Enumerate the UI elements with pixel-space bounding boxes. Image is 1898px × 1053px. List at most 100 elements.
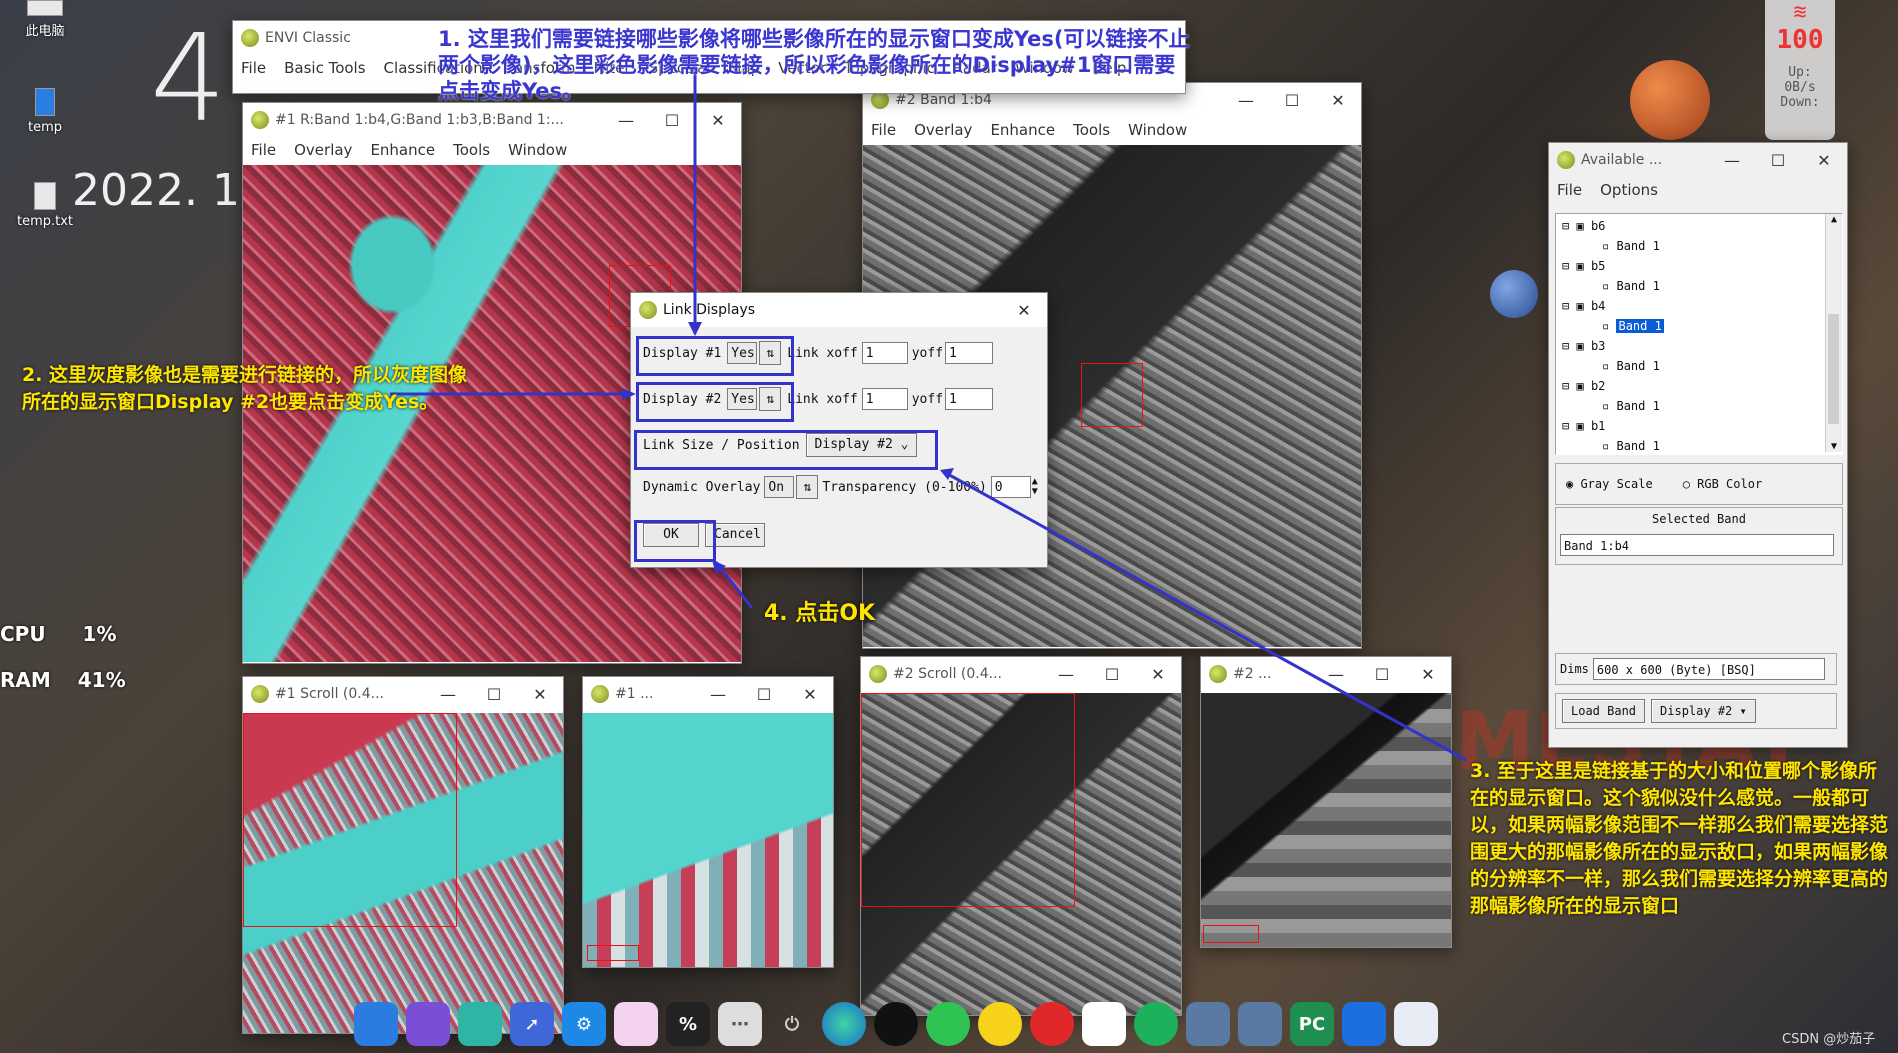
menu-file[interactable]: File xyxy=(251,141,276,159)
maximize-button[interactable]: ☐ xyxy=(741,685,787,704)
menu-file[interactable]: File xyxy=(871,121,896,139)
zoom2-window[interactable]: #2 ... — ☐ ✕ xyxy=(1200,656,1452,948)
pycharm-icon[interactable]: PC xyxy=(1290,1002,1334,1046)
zoom-image[interactable] xyxy=(583,713,833,967)
folder-icon[interactable] xyxy=(614,1002,658,1046)
tree-file-node[interactable]: ⊟ ▣ b4 xyxy=(1562,296,1842,316)
more-icon[interactable]: ⋯ xyxy=(718,1002,762,1046)
scroll2-window[interactable]: #2 Scroll (0.4... — ☐ ✕ xyxy=(860,656,1182,1016)
close-button[interactable]: ✕ xyxy=(1405,665,1451,684)
menu-overlay[interactable]: Overlay xyxy=(294,141,352,159)
collapse-icon[interactable]: ⊟ xyxy=(1562,419,1569,433)
mail-icon[interactable] xyxy=(354,1002,398,1046)
minimize-button[interactable]: — xyxy=(603,111,649,130)
collapse-icon[interactable]: ⊟ xyxy=(1562,299,1569,313)
minimize-button[interactable]: — xyxy=(1709,151,1755,170)
gray-scale-radio[interactable]: ◉ Gray Scale xyxy=(1566,477,1653,491)
zoom1-window[interactable]: #1 ... — ☐ ✕ xyxy=(582,676,834,968)
collapse-icon[interactable]: ⊟ xyxy=(1562,379,1569,393)
tree-band-node[interactable]: ▫ Band 1 xyxy=(1562,396,1842,416)
image-box[interactable] xyxy=(861,693,1075,907)
close-button[interactable]: ✕ xyxy=(1801,151,1847,170)
maximize-button[interactable]: ☐ xyxy=(1269,91,1315,110)
scroll-up-arrow[interactable]: ▲ xyxy=(1826,214,1842,225)
tree-scrollbar[interactable]: ▲ ▼ xyxy=(1825,214,1842,452)
display1-xoff-input[interactable]: 1 xyxy=(861,342,908,364)
dynamic-overlay-toggle[interactable]: On xyxy=(764,476,795,498)
display2-yoff-input[interactable]: 1 xyxy=(945,388,994,410)
maximize-button[interactable]: ☐ xyxy=(649,111,695,130)
envi-icon[interactable] xyxy=(1186,1002,1230,1046)
minimize-button[interactable]: — xyxy=(425,685,471,704)
desktop-icon-this-pc[interactable]: 此电脑 xyxy=(10,0,80,39)
zoom-controls[interactable] xyxy=(1203,925,1259,943)
tree-band-node[interactable]: ▫ Band 1 xyxy=(1562,316,1842,336)
menu-file[interactable]: File xyxy=(1557,181,1582,199)
zoom-image[interactable] xyxy=(1201,693,1451,947)
load-band-button[interactable]: Load Band xyxy=(1562,699,1646,723)
tree-band-node[interactable]: ▫ Band 1 xyxy=(1562,356,1842,376)
transparency-input[interactable]: 0 xyxy=(990,476,1031,498)
display1-yoff-input[interactable]: 1 xyxy=(945,342,994,364)
menu-file[interactable]: File xyxy=(241,59,266,77)
rgb-color-radio[interactable]: ○ RGB Color xyxy=(1683,477,1762,491)
edge-icon[interactable] xyxy=(822,1002,866,1046)
lenovo-icon[interactable] xyxy=(1342,1002,1386,1046)
minimize-button[interactable]: — xyxy=(1223,91,1269,110)
display-select-button[interactable]: Display #2 ▾ xyxy=(1651,699,1756,723)
maximize-button[interactable]: ☐ xyxy=(1755,151,1801,170)
titlebar[interactable]: #2 ... — ☐ ✕ xyxy=(1201,657,1451,691)
band-tree[interactable]: ⊟ ▣ b6 ▫ Band 1 ⊟ ▣ b5 ▫ Band 1 ⊟ ▣ b4 ▫ Band… xyxy=(1555,213,1843,455)
scroll-image[interactable] xyxy=(861,693,1181,1015)
titlebar[interactable]: #1 ... — ☐ ✕ xyxy=(583,677,833,711)
chat-icon[interactable] xyxy=(406,1002,450,1046)
tree-file-node[interactable]: ⊟ ▣ b3 xyxy=(1562,336,1842,356)
desktop-icon-temp[interactable]: temp xyxy=(10,88,80,135)
baidu-icon[interactable] xyxy=(1082,1002,1126,1046)
desktop-icon-temp-txt[interactable]: temp.txt xyxy=(10,182,80,229)
minimize-button[interactable]: — xyxy=(1313,665,1359,684)
netease-icon[interactable] xyxy=(1030,1002,1074,1046)
rocket-icon[interactable]: ➚ xyxy=(510,1002,554,1046)
recycle-icon[interactable] xyxy=(1394,1002,1438,1046)
tree-file-node[interactable]: ⊟ ▣ b1 xyxy=(1562,416,1842,436)
menu-window[interactable]: Window xyxy=(1128,121,1187,139)
titlebar[interactable]: #1 Scroll (0.4... — ☐ ✕ xyxy=(243,677,563,711)
collapse-icon[interactable]: ⊟ xyxy=(1562,259,1569,273)
maximize-button[interactable]: ☐ xyxy=(471,685,517,704)
dynamic-overlay-arrows-icon[interactable]: ⇅ xyxy=(796,475,819,499)
tree-file-node[interactable]: ⊟ ▣ b5 xyxy=(1562,256,1842,276)
menu-tools[interactable]: Tools xyxy=(453,141,490,159)
tree-band-node[interactable]: ▫ Band 1 xyxy=(1562,436,1842,456)
qq-icon[interactable] xyxy=(874,1002,918,1046)
teams-icon[interactable] xyxy=(458,1002,502,1046)
close-button[interactable]: ✕ xyxy=(1135,665,1181,684)
transparency-spinner-icon[interactable]: ▲ ▼ xyxy=(1032,477,1038,497)
minimize-button[interactable]: — xyxy=(1043,665,1089,684)
maximize-button[interactable]: ☐ xyxy=(1089,665,1135,684)
tree-band-node[interactable]: ▫ Band 1 xyxy=(1562,236,1842,256)
percent-icon[interactable]: % xyxy=(666,1002,710,1046)
tree-file-node[interactable]: ⊟ ▣ b2 xyxy=(1562,376,1842,396)
collapse-icon[interactable]: ⊟ xyxy=(1562,219,1569,233)
tree-file-node[interactable]: ⊟ ▣ b6 xyxy=(1562,216,1842,236)
menu-enhance[interactable]: Enhance xyxy=(990,121,1055,139)
titlebar[interactable]: #1 R:Band 1:b4,G:Band 1:b3,B:Band 1:... … xyxy=(243,103,741,137)
titlebar[interactable]: #2 Scroll (0.4... — ☐ ✕ xyxy=(861,657,1181,691)
close-button[interactable]: ✕ xyxy=(695,111,741,130)
menu-enhance[interactable]: Enhance xyxy=(370,141,435,159)
scroll-thumb[interactable] xyxy=(1828,314,1839,424)
settings-icon[interactable]: ⚙ xyxy=(562,1002,606,1046)
scroll-image[interactable] xyxy=(243,713,563,1033)
menu-overlay[interactable]: Overlay xyxy=(914,121,972,139)
maximize-button[interactable]: ☐ xyxy=(1359,665,1405,684)
close-button[interactable]: ✕ xyxy=(1001,301,1047,320)
collapse-icon[interactable]: ⊟ xyxy=(1562,339,1569,353)
tree-band-node[interactable]: ▫ Band 1 xyxy=(1562,276,1842,296)
available-bands-window[interactable]: Available ... — ☐ ✕ File Options ⊟ ▣ b6 ▫… xyxy=(1548,142,1848,748)
menu-basic-tools[interactable]: Basic Tools xyxy=(284,59,365,77)
menu-window[interactable]: Window xyxy=(508,141,567,159)
titlebar[interactable]: Available ... — ☐ ✕ xyxy=(1549,143,1847,177)
scroll-down-arrow[interactable]: ▼ xyxy=(1826,441,1842,452)
scroll1-window[interactable]: #1 Scroll (0.4... — ☐ ✕ xyxy=(242,676,564,1034)
